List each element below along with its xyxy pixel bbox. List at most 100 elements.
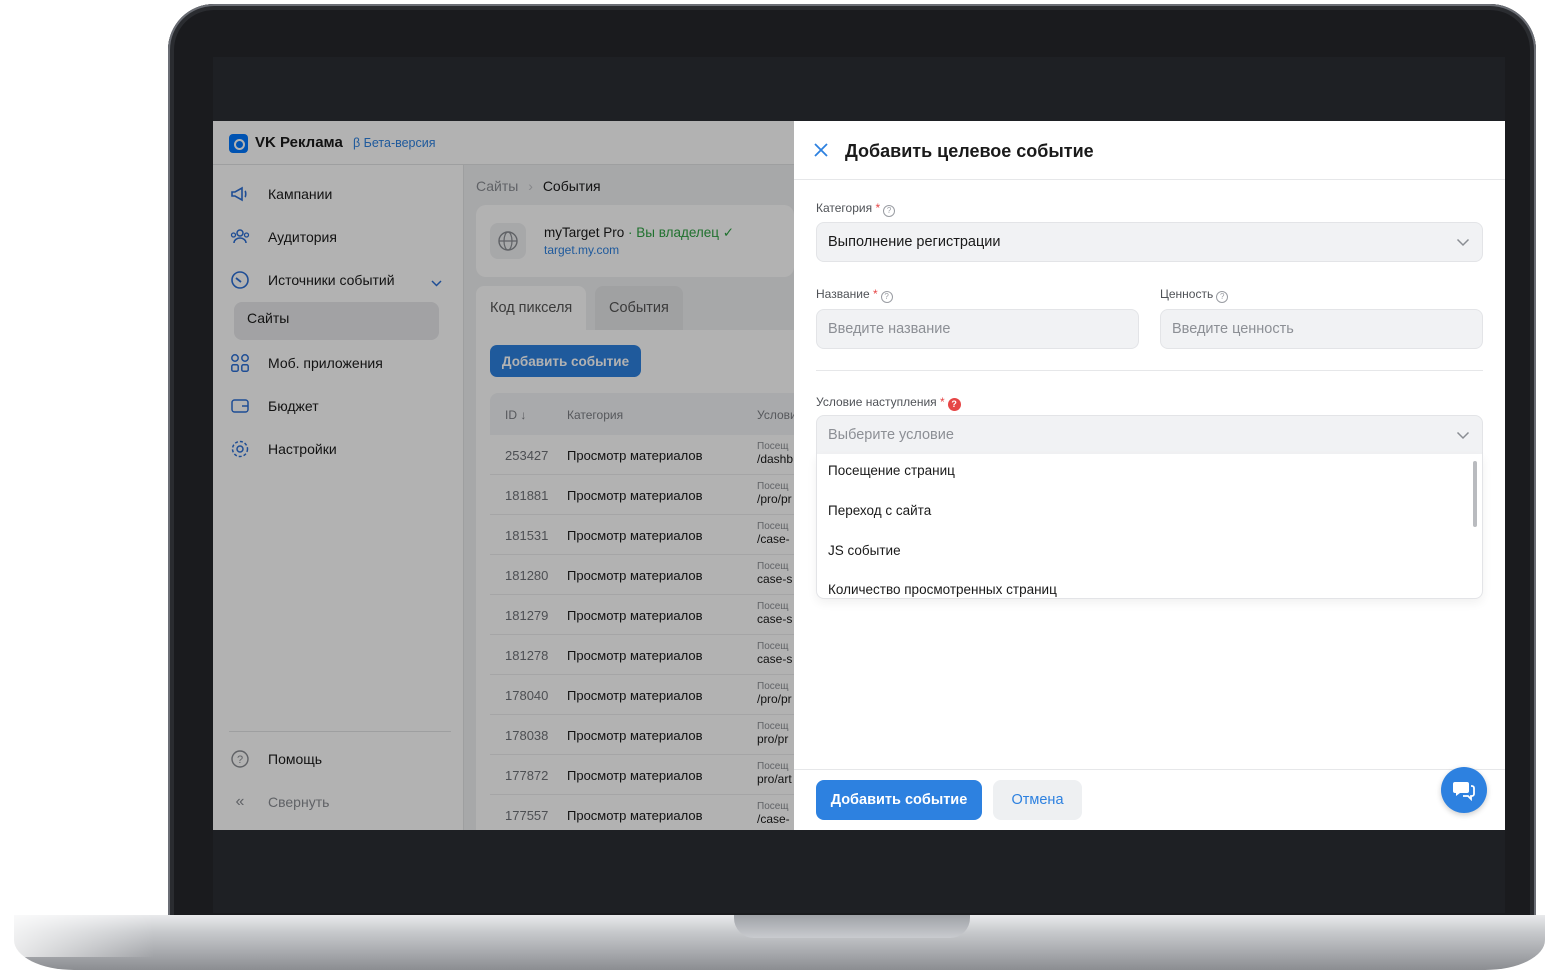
chat-button[interactable] — [1441, 767, 1487, 813]
breadcrumb-current: События — [542, 178, 601, 194]
add-event-button[interactable]: Добавить событие — [490, 345, 641, 377]
sidebar-item-budget[interactable]: Бюджет — [229, 388, 449, 424]
help-icon[interactable]: ? — [880, 291, 893, 303]
option-leave-site[interactable]: Переход с сайта — [828, 503, 931, 518]
megaphone-icon — [229, 183, 251, 205]
cancel-button[interactable]: Отмена — [993, 780, 1082, 820]
condition-label-text: Условие наступления — [816, 395, 937, 409]
condition-dropdown-list: Посещение страниц Переход с сайта JS соб… — [816, 454, 1483, 599]
footer-divider — [794, 769, 1505, 770]
wallet-icon — [229, 395, 251, 417]
sidebar-item-label: Моб. приложения — [268, 355, 383, 371]
condition-select[interactable]: Выберите условие — [816, 415, 1483, 455]
name-field[interactable] — [816, 309, 1139, 349]
table-row[interactable]: 177557 Просмотр материалов Посещ/case- — [490, 795, 794, 830]
vk-logo-icon[interactable] — [229, 134, 248, 153]
row-id: 181280 — [505, 568, 549, 583]
site-title: myTarget Pro — [544, 225, 625, 240]
modal-title: Добавить целевое событие — [845, 141, 1094, 161]
sidebar-subitem-label: Сайты — [247, 310, 290, 326]
gauge-icon — [229, 269, 251, 291]
close-icon[interactable] — [814, 139, 828, 161]
option-js-event[interactable]: JS событие — [828, 543, 901, 558]
row-id: 177872 — [505, 768, 549, 783]
add-event-modal: Добавить целевое событие Категория *? Вы… — [794, 121, 1505, 830]
row-condition-value: /case- — [757, 532, 790, 546]
table-row[interactable]: 178038 Просмотр материалов Посещ pro/pr — [490, 715, 794, 755]
help-icon[interactable]: ? — [883, 205, 896, 217]
table-row[interactable]: 178040 Просмотр материалов Посещ/pro/pr — [490, 675, 794, 715]
brand-name[interactable]: VK Реклама — [255, 134, 343, 151]
sidebar-item-help[interactable]: ? Помощь — [229, 741, 449, 777]
table-row[interactable]: 181279 Просмотр материалов Посещ case-s — [490, 595, 794, 635]
sidebar-divider — [229, 731, 451, 732]
row-category: Просмотр материалов — [567, 768, 703, 783]
sidebar-collapse[interactable]: « Свернуть — [229, 784, 449, 820]
row-condition-value: pro/art — [757, 772, 792, 786]
globe-icon — [490, 223, 526, 259]
sidebar-item-campaigns[interactable]: Кампании — [229, 176, 449, 212]
row-category: Просмотр материалов — [567, 448, 703, 463]
row-condition-value: /dashb — [757, 452, 794, 466]
value-field[interactable] — [1160, 309, 1483, 349]
double-chevron-left-icon: « — [235, 793, 245, 810]
row-id: 181278 — [505, 648, 549, 663]
row-condition-value: case-s — [757, 612, 793, 626]
users-icon — [229, 226, 251, 248]
sidebar-item-settings[interactable]: Настройки — [229, 431, 449, 467]
row-condition: Посещ/dashb — [757, 440, 797, 466]
sidebar-item-audience[interactable]: Аудитория — [229, 219, 449, 255]
value-input[interactable] — [1172, 321, 1482, 337]
row-id: 181531 — [505, 528, 549, 543]
required-mark: * — [940, 395, 945, 409]
background-app: VK Реклама β Бета-версия Кампании Аудито… — [213, 121, 797, 830]
row-condition: Посещ case-s — [757, 600, 797, 626]
submit-add-event-button[interactable]: Добавить событие — [816, 780, 982, 820]
required-mark: * — [875, 201, 881, 215]
table-row[interactable]: 181531 Просмотр материалов Посещ/case- — [490, 515, 794, 555]
row-id: 253427 — [505, 448, 549, 463]
dropdown-scrollbar[interactable] — [1473, 461, 1477, 527]
divider — [794, 179, 1505, 180]
option-page-visit[interactable]: Посещение страниц — [828, 463, 955, 478]
category-select[interactable]: Выполнение регистрации — [816, 222, 1483, 262]
row-id: 178040 — [505, 688, 549, 703]
help-icon[interactable]: ? — [1216, 291, 1229, 303]
chevron-down-icon — [1456, 235, 1470, 249]
chevron-down-icon[interactable] — [431, 277, 442, 291]
option-pages-count[interactable]: Количество просмотренных страниц — [828, 582, 1057, 597]
row-condition: Посещ/pro/pr — [757, 480, 797, 506]
sidebar-item-mobile-apps[interactable]: Моб. приложения — [229, 345, 449, 381]
tab-pixel-code[interactable]: Код пикселя — [476, 286, 587, 330]
owner-badge: · Вы владелец ✓ — [624, 225, 735, 240]
column-id[interactable]: ID ↓ — [505, 408, 526, 422]
row-category: Просмотр материалов — [567, 488, 703, 503]
site-name: myTarget Pro · Вы владелец ✓ — [544, 225, 734, 241]
table-row[interactable]: 181280 Просмотр материалов Посещ case-s — [490, 555, 794, 595]
condition-placeholder: Выберите условие — [828, 427, 954, 443]
sidebar-item-event-sources[interactable]: Источники событий — [229, 262, 449, 298]
row-id: 178038 — [505, 728, 549, 743]
site-url[interactable]: target.my.com — [544, 243, 619, 257]
tab-events[interactable]: События — [595, 286, 683, 330]
row-condition-value: case-s — [757, 652, 793, 666]
chevron-down-icon — [1456, 428, 1470, 442]
row-condition: Посещ case-s — [757, 560, 797, 586]
name-input[interactable] — [828, 321, 1138, 337]
table-row[interactable]: 181881 Просмотр материалов Посещ/pro/pr — [490, 475, 794, 515]
row-condition: Посещ/case- — [757, 520, 797, 546]
row-id: 181881 — [505, 488, 549, 503]
error-help-icon[interactable]: ? — [947, 398, 961, 411]
help-circle-icon: ? — [229, 748, 251, 770]
sidebar-item-label: Источники событий — [268, 272, 395, 288]
breadcrumb: Сайты › События — [476, 178, 601, 194]
row-id: 181279 — [505, 608, 549, 623]
table-row[interactable]: 181278 Просмотр материалов Посещ case-s — [490, 635, 794, 675]
row-category: Просмотр материалов — [567, 728, 703, 743]
row-category: Просмотр материалов — [567, 528, 703, 543]
column-category: Категория — [567, 408, 624, 422]
table-row[interactable]: 253427 Просмотр материалов Посещ/dashb — [490, 435, 794, 475]
table-row[interactable]: 177872 Просмотр материалов Посещ pro/art — [490, 755, 794, 795]
condition-label: Условие наступления *? — [816, 395, 961, 411]
breadcrumb-parent[interactable]: Сайты — [476, 178, 518, 194]
